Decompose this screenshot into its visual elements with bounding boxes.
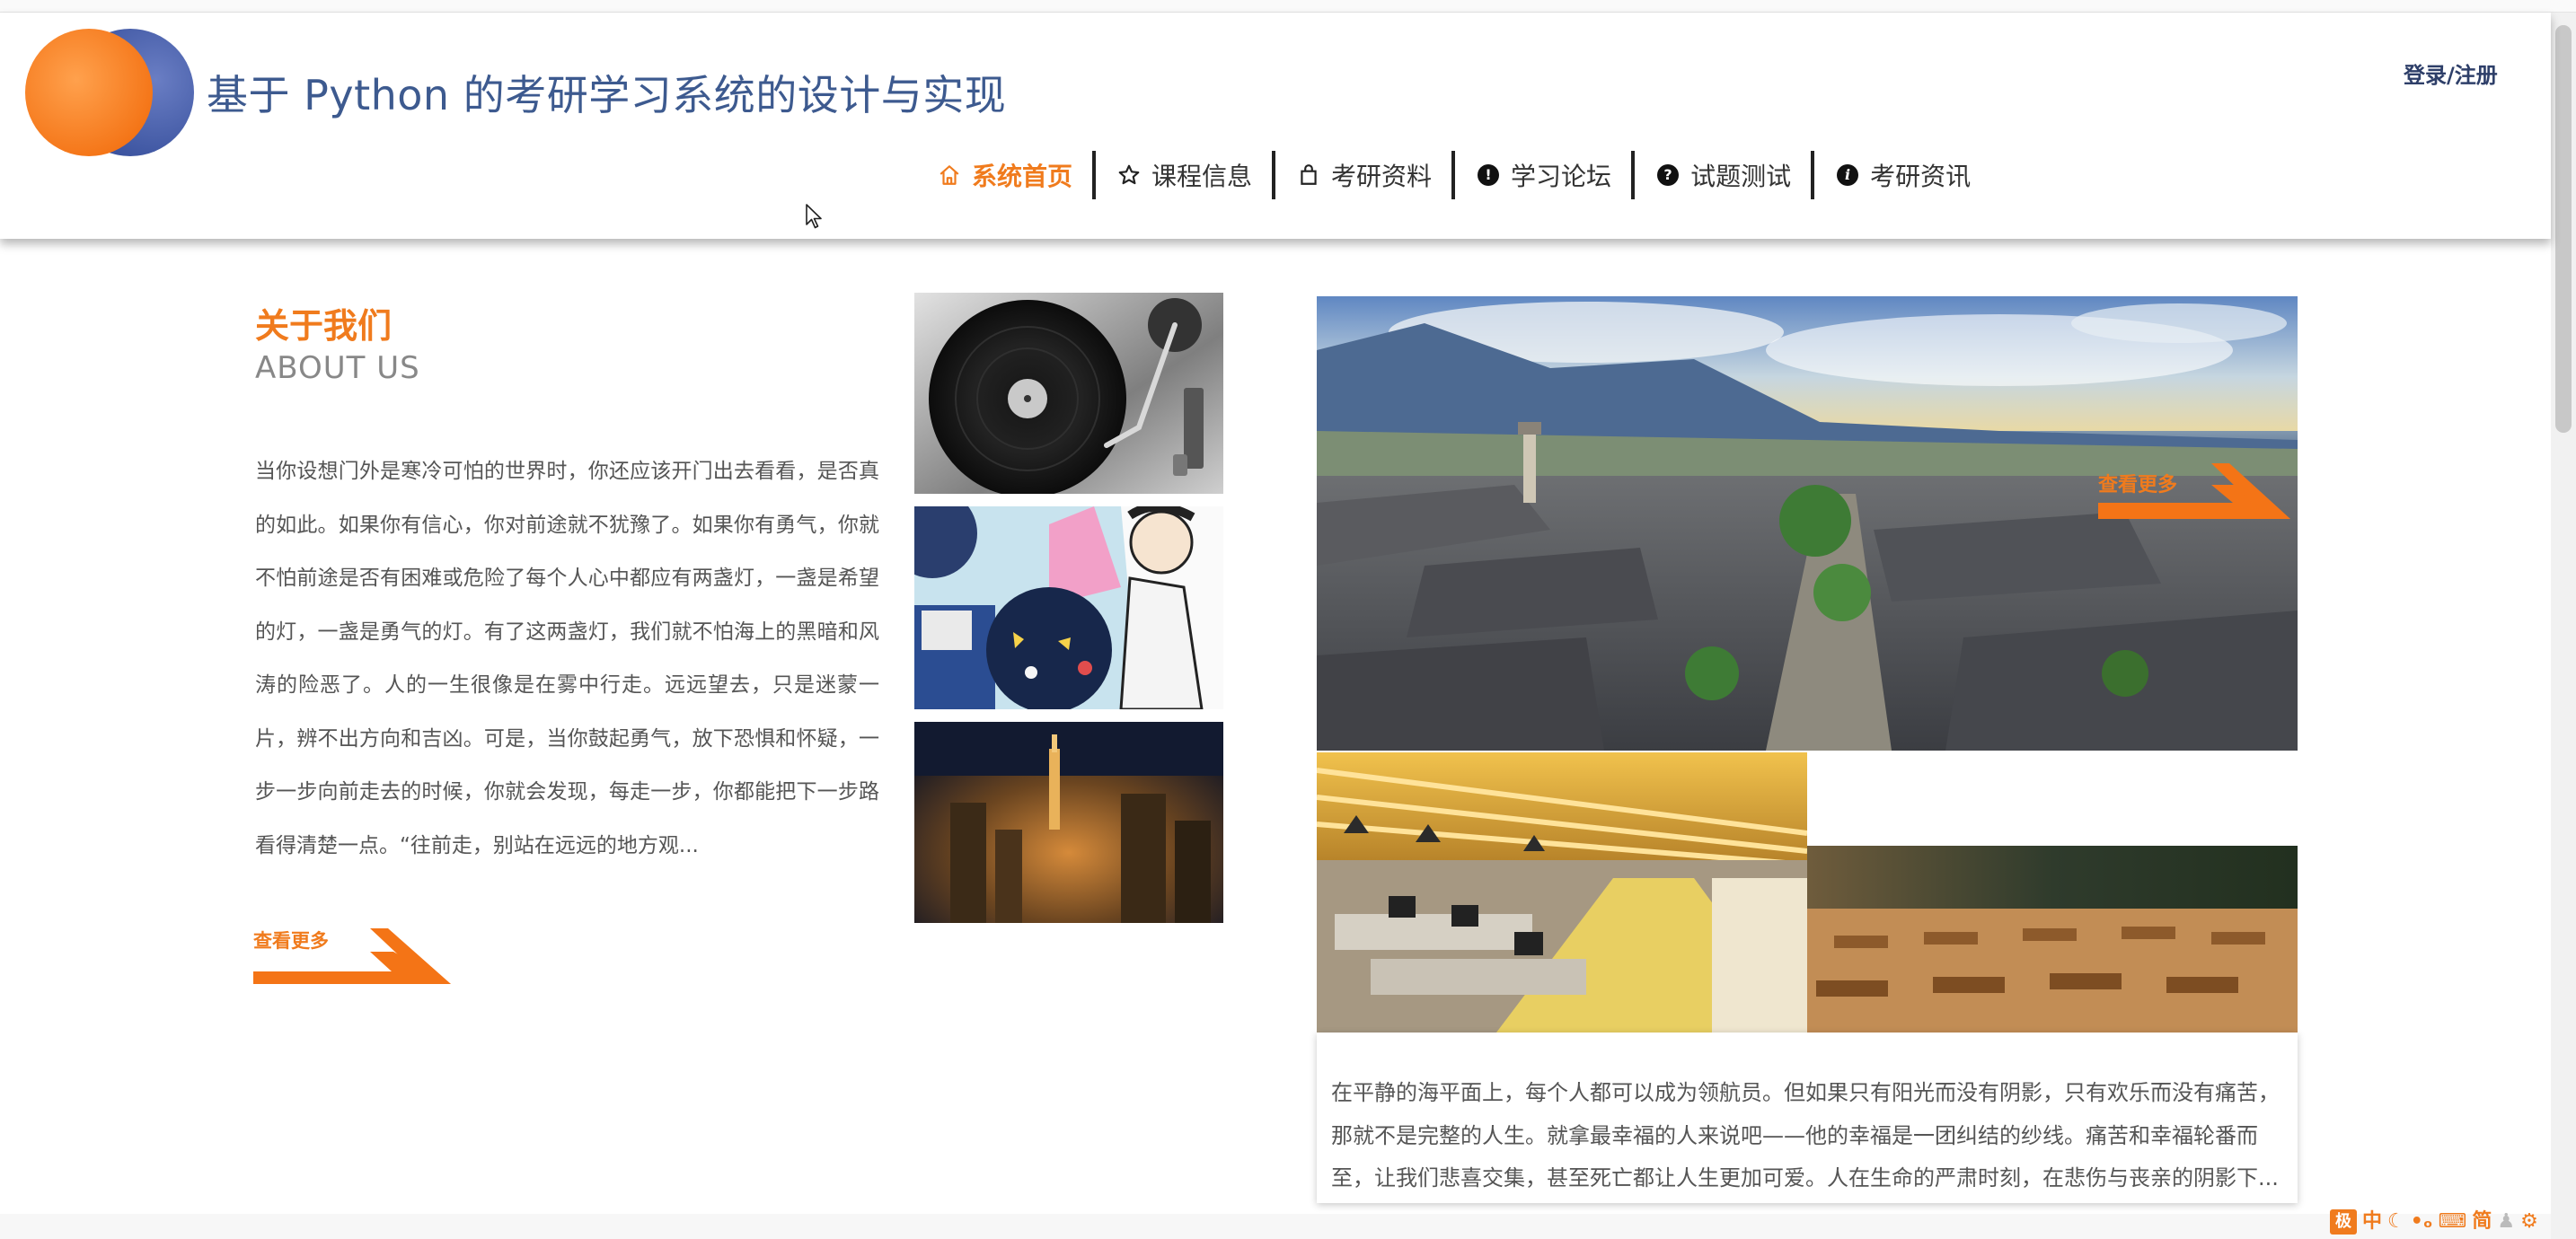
page-bottom-edge xyxy=(0,1214,2551,1239)
info-circle-icon: i xyxy=(1834,162,1861,189)
nav-label: 系统首页 xyxy=(972,162,1073,191)
question-circle-icon: ? xyxy=(1654,162,1681,189)
nav-item-materials[interactable]: 考研资料 xyxy=(1275,151,1451,199)
arrow-right-icon xyxy=(2098,463,2290,519)
site-logo[interactable] xyxy=(25,29,196,156)
home-icon xyxy=(936,162,963,189)
logo-orange-circle xyxy=(25,29,153,156)
nav-item-tests[interactable]: ? 试题测试 xyxy=(1635,151,1811,199)
login-register-link[interactable]: 登录/注册 xyxy=(2404,57,2498,89)
nav-label: 课程信息 xyxy=(1151,162,1253,191)
gallery-more-button[interactable]: 查看更多 xyxy=(2098,463,2298,526)
nav-item-courses[interactable]: 课程信息 xyxy=(1096,151,1272,199)
main-nav: 系统首页 课程信息 考研资料 ! 学习论坛 ? 试题测试 i 考研资讯 xyxy=(916,151,1990,199)
site-header: 基于 Python 的考研学习系统的设计与实现 登录/注册 系统首页 课程信息 … xyxy=(0,13,2551,239)
nav-label: 考研资料 xyxy=(1331,162,1433,191)
dots-icon[interactable]: •ₒ xyxy=(2411,1212,2433,1232)
gallery-caption-text: 在平静的海平面上，每个人都可以成为领航员。但如果只有阳光而没有阴影，只有欢乐而没… xyxy=(1331,1080,2280,1191)
ime-toolbar[interactable]: 极 中 ☾ •ₒ ⌨ 简 ♟ ⚙ xyxy=(2330,1208,2538,1235)
keyboard-icon[interactable]: ⌨ xyxy=(2439,1212,2467,1232)
browser-top-edge xyxy=(0,0,2576,13)
about-subtitle: ABOUT US xyxy=(255,350,420,386)
bag-icon xyxy=(1295,162,1322,189)
ime-mode-label[interactable]: 中 xyxy=(2362,1212,2382,1232)
nav-label: 学习论坛 xyxy=(1511,162,1612,191)
turntable-image xyxy=(914,293,1223,494)
mouse-cursor-icon xyxy=(806,204,822,229)
nav-label: 考研资讯 xyxy=(1870,162,1972,191)
nav-label: 试题测试 xyxy=(1690,162,1792,191)
star-icon xyxy=(1116,162,1142,189)
office-photo xyxy=(1317,752,1807,1032)
gear-icon[interactable]: ⚙ xyxy=(2520,1212,2538,1232)
moon-icon[interactable]: ☾ xyxy=(2387,1212,2405,1232)
about-title: 关于我们 xyxy=(255,306,393,346)
ime-logo-icon[interactable]: 极 xyxy=(2330,1209,2357,1235)
city-night-image xyxy=(914,722,1223,923)
exclamation-circle-icon: ! xyxy=(1475,162,1502,189)
nav-item-forum[interactable]: ! 学习论坛 xyxy=(1455,151,1631,199)
page-scrollbar[interactable] xyxy=(2551,13,2576,1239)
gallery-caption-card: 在平静的海平面上，每个人都可以成为领航员。但如果只有阳光而没有阴影，只有欢乐而没… xyxy=(1317,1032,2298,1203)
about-text: 当你设想门外是寒冷可怕的世界时，你还应该开门出去看看，是否真的如此。如果你有信心… xyxy=(255,460,879,857)
classroom-photo xyxy=(1807,846,2298,1032)
arrow-right-icon xyxy=(253,928,451,984)
scrollbar-thumb[interactable] xyxy=(2555,25,2572,433)
cartoon-scientist-image xyxy=(914,506,1223,709)
nav-item-news[interactable]: i 考研资讯 xyxy=(1814,151,1990,199)
site-title: 基于 Python 的考研学习系统的设计与实现 xyxy=(207,71,1007,119)
about-more-button[interactable]: 查看更多 xyxy=(253,923,460,988)
ime-charset-label[interactable]: 简 xyxy=(2472,1212,2492,1232)
user-icon[interactable]: ♟ xyxy=(2497,1212,2515,1232)
nav-item-home[interactable]: 系统首页 xyxy=(916,151,1092,199)
